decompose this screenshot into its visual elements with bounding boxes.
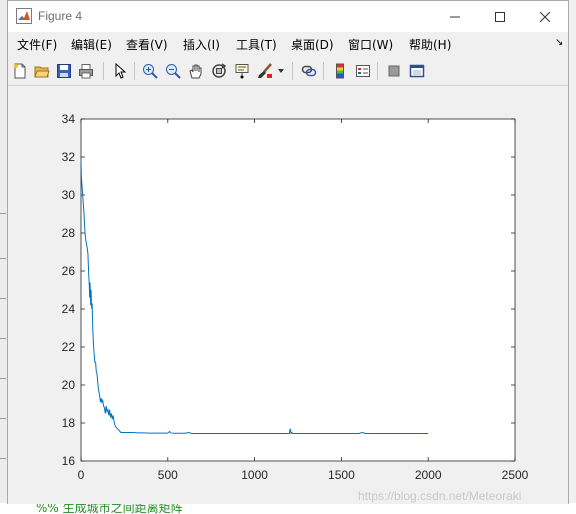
y-tick-label: 32: [62, 150, 76, 164]
link-plot-button[interactable]: [299, 61, 319, 81]
toolbar-separator: [292, 62, 293, 80]
close-button[interactable]: [522, 1, 568, 32]
y-tick-label: 34: [62, 112, 76, 126]
data-cursor-button[interactable]: [232, 61, 252, 81]
menu-tools[interactable]: 工具(T): [236, 36, 277, 53]
window-title: Figure 4: [38, 9, 83, 23]
background-editor-bottom: %% 生成城市之间距离矩阵: [0, 503, 576, 514]
legend-button[interactable]: [353, 61, 373, 81]
x-tick-label: 1000: [241, 468, 268, 482]
x-tick-label: 500: [158, 468, 178, 482]
editor-line-marker: [0, 258, 6, 259]
select-pointer-icon: [115, 63, 127, 79]
zoom-in-icon: [143, 64, 158, 79]
close-icon: [540, 11, 550, 22]
zoom-out-button[interactable]: [163, 61, 183, 81]
figure-window: Figure 4 文件(F) 编辑(E) 查看(V) 插入(I) 工具(T) 桌…: [7, 0, 569, 504]
select-pointer-button[interactable]: [110, 61, 130, 81]
x-tick-label: 2500: [502, 468, 529, 482]
y-tick-label: 18: [62, 416, 76, 430]
editor-line-marker: [0, 418, 6, 419]
zoom-out-icon: [166, 64, 181, 79]
maximize-icon: [495, 11, 505, 22]
hide-plot-tools-button[interactable]: [384, 61, 404, 81]
axes-box: [80, 118, 516, 462]
title-bar[interactable]: Figure 4: [8, 1, 568, 32]
maximize-button[interactable]: [477, 1, 523, 32]
open-file-icon: [34, 66, 50, 78]
toolbar-separator: [377, 62, 378, 80]
link-plot-icon: [301, 65, 317, 77]
menu-dock-arrow-icon[interactable]: ↘: [555, 37, 563, 48]
new-figure-icon: [14, 63, 26, 79]
matlab-app-icon: [16, 8, 32, 24]
toolbar-separator: [134, 62, 135, 80]
y-tick-label: 24: [62, 302, 76, 316]
menu-insert[interactable]: 插入(I): [183, 36, 220, 53]
editor-code-comment: %% 生成城市之间距离矩阵: [36, 503, 183, 514]
save-button[interactable]: [54, 61, 74, 81]
y-tick-label: 26: [62, 264, 76, 278]
figure-toolbar: [8, 57, 568, 86]
menu-view[interactable]: 查看(V): [126, 36, 168, 53]
y-tick-label: 20: [62, 378, 76, 392]
menu-help[interactable]: 帮助(H): [409, 36, 451, 53]
brush-icon: [258, 63, 272, 78]
rotate-3d-icon: [212, 63, 227, 78]
print-button[interactable]: [76, 61, 96, 81]
print-icon: [79, 64, 93, 79]
x-tick-label: 2000: [415, 468, 442, 482]
show-plot-tools-button[interactable]: [407, 61, 427, 81]
pan-button[interactable]: [186, 61, 206, 81]
y-tick-label: 16: [62, 454, 76, 468]
brush-button[interactable]: [255, 61, 275, 81]
watermark: https://blog.csdn.net/Meteoraki: [358, 489, 522, 503]
hide-plot-tools-icon: [388, 65, 400, 77]
chevron-down-icon: [278, 69, 284, 73]
figure-canvas[interactable]: 0 500 1000 1500 2000 2500 16 18 20 22 24 26 28 30 32 34…: [8, 86, 568, 504]
editor-line-marker: [0, 213, 6, 214]
line-chart[interactable]: 0 500 1000 1500 2000 2500 16 18 20 22 24 26 28 30 32 34: [8, 86, 568, 504]
pan-hand-icon: [189, 64, 202, 79]
toolbar-separator: [103, 62, 104, 80]
editor-line-marker: [0, 338, 6, 339]
new-figure-button[interactable]: [10, 61, 30, 81]
menu-bar: 文件(F) 编辑(E) 查看(V) 插入(I) 工具(T) 桌面(D) 窗口(W…: [8, 34, 568, 54]
editor-line-marker: [0, 298, 6, 299]
menu-window[interactable]: 窗口(W): [348, 36, 393, 53]
open-file-button[interactable]: [32, 61, 52, 81]
rotate-3d-button[interactable]: [209, 61, 229, 81]
colorbar-button[interactable]: [330, 61, 350, 81]
x-tick-label: 1500: [328, 468, 355, 482]
minimize-icon: [450, 16, 460, 17]
colorbar-icon: [336, 63, 344, 79]
y-tick-label: 28: [62, 226, 76, 240]
editor-line-marker: [0, 378, 6, 379]
menu-file[interactable]: 文件(F): [17, 36, 57, 53]
menu-edit[interactable]: 编辑(E): [71, 36, 112, 53]
data-cursor-icon: [235, 64, 249, 79]
x-tick-label: 0: [78, 468, 85, 482]
y-tick-label: 30: [62, 188, 76, 202]
save-icon: [57, 64, 71, 78]
menu-desktop[interactable]: 桌面(D): [291, 36, 334, 53]
show-plot-tools-icon: [409, 64, 425, 78]
legend-icon: [356, 65, 370, 77]
zoom-in-button[interactable]: [140, 61, 160, 81]
y-tick-label: 22: [62, 340, 76, 354]
toolbar-separator: [323, 62, 324, 80]
minimize-button[interactable]: [432, 1, 478, 32]
brush-dropdown[interactable]: [276, 61, 286, 81]
editor-line-marker: [0, 458, 6, 459]
